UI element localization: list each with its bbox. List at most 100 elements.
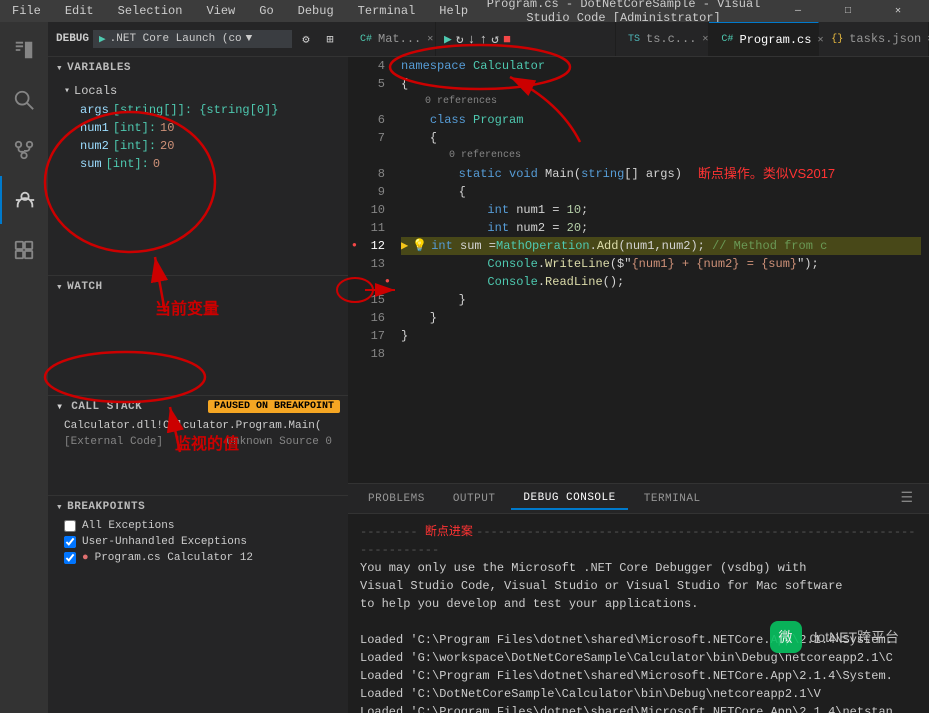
debug-config-dropdown[interactable]: ▶ .NET Core Launch (co ▼ xyxy=(93,30,292,48)
debug-step-out-btn[interactable]: ↑ xyxy=(479,32,487,47)
menu-file[interactable]: File xyxy=(8,4,45,18)
var-sum-name: sum xyxy=(80,157,102,171)
tab-program-cs[interactable]: C# Program.cs ✕ xyxy=(709,22,819,57)
breakpoints-collapse-icon: ▾ xyxy=(56,500,63,514)
tab-mat-close[interactable]: ✕ xyxy=(427,31,433,47)
variables-content: ▾ Locals args [string[]]: {string[0]} nu… xyxy=(48,79,348,175)
callstack-collapse-icon: ▾ xyxy=(56,399,63,414)
annotation-debug-progress: 断点进案 xyxy=(425,524,476,538)
panel-separator: -------- 断点进案 --------------------------… xyxy=(360,522,917,559)
panel-line-2: Visual Studio Code, Visual Studio or Vis… xyxy=(360,577,917,595)
linenum-5: 5 xyxy=(348,75,385,93)
activity-extensions[interactable] xyxy=(0,226,48,274)
debug-config-label: .NET Core Launch (co xyxy=(110,33,242,45)
debug-stop-btn[interactable]: ■ xyxy=(503,32,511,47)
debug-step-over-btn[interactable]: ↻ xyxy=(456,32,464,47)
minimize-button[interactable]: — xyxy=(775,0,821,22)
close-button[interactable]: ✕ xyxy=(875,0,921,22)
code-line-13: Console.WriteLine($"{num1} + {num2} = {s… xyxy=(401,255,921,273)
panel-tabs: PROBLEMS OUTPUT DEBUG CONSOLE TERMINAL ☰ xyxy=(348,484,929,514)
code-line-11: int num2 = 20; xyxy=(401,219,921,237)
code-editor[interactable]: 4 5 6 7 8 9 10 11 ● 12 13 15 xyxy=(348,57,929,483)
kw-int-num2: int xyxy=(487,219,509,237)
tab-tasks-json[interactable]: {} tasks.json ✕ xyxy=(819,22,929,57)
writeline-args: ($" xyxy=(610,255,632,273)
menu-view[interactable]: View xyxy=(202,4,239,18)
tab-terminal[interactable]: TERMINAL xyxy=(632,489,713,509)
code-line-17: } xyxy=(401,327,921,345)
panel-menu-icon[interactable]: ☰ xyxy=(892,490,921,507)
tab-debug-console[interactable]: DEBUG CONSOLE xyxy=(511,488,627,510)
code-line-6: class Program xyxy=(401,111,921,129)
locals-header[interactable]: ▾ Locals xyxy=(48,81,348,101)
tab-mat[interactable]: C# Mat... ✕ xyxy=(348,22,436,57)
maximize-button[interactable]: □ xyxy=(825,0,871,22)
tab-ts[interactable]: TS ts.c... ✕ xyxy=(616,22,709,57)
dot-add: . xyxy=(590,237,597,255)
indent-readline xyxy=(401,273,487,291)
callstack-item-main[interactable]: Calculator.dll!Calculator.Program.Main( xyxy=(48,418,348,434)
indent-num2 xyxy=(401,219,487,237)
tab-debug-actions: ▶ ↻ ↓ ↑ ↺ ■ xyxy=(436,22,616,57)
var-num1: num1 [int]: 10 xyxy=(48,119,348,137)
bp-user-unhandled-checkbox[interactable] xyxy=(64,536,76,548)
menu-go[interactable]: Go xyxy=(255,4,277,18)
menu-edit[interactable]: Edit xyxy=(61,4,98,18)
activity-bar xyxy=(0,22,48,713)
var-sum: sum [int]: 0 xyxy=(48,155,348,173)
editor-area: C# Mat... ✕ ▶ ↻ ↓ ↑ ↺ ■ TS ts.c... ✕ C# … xyxy=(348,22,929,713)
watch-collapse-icon: ▾ xyxy=(56,280,63,294)
panel-line-7: Loaded 'C:\Program Files\dotnet\shared\M… xyxy=(360,667,917,685)
method-readline: ReadLine xyxy=(545,273,603,291)
tab-program-icon: C# xyxy=(721,34,733,45)
tab-bar: C# Mat... ✕ ▶ ↻ ↓ ↑ ↺ ■ TS ts.c... ✕ C# … xyxy=(348,22,929,57)
menu-debug[interactable]: Debug xyxy=(294,4,338,18)
variables-header[interactable]: ▾ VARIABLES xyxy=(48,57,348,79)
var-num1-assign: num1 = xyxy=(509,201,567,219)
debug-step-into-btn[interactable]: ↓ xyxy=(468,32,476,47)
bp-all-exceptions-checkbox[interactable] xyxy=(64,520,76,532)
bottom-panel: PROBLEMS OUTPUT DEBUG CONSOLE TERMINAL ☰… xyxy=(348,483,929,713)
linenum-15: 15 xyxy=(348,291,385,309)
watch-header[interactable]: ▾ WATCH xyxy=(48,276,348,298)
activity-search[interactable] xyxy=(0,76,48,124)
dropdown-arrow: ▼ xyxy=(246,33,253,45)
str-format: {num1} + {num2} = {sum} xyxy=(631,255,797,273)
indent-class-brace: { xyxy=(401,129,437,147)
variables-collapse-icon: ▾ xyxy=(56,61,63,75)
close-main-brace: } xyxy=(401,291,466,309)
var-sum-type: [int]: xyxy=(106,157,149,171)
breakpoints-header[interactable]: ▾ BREAKPOINTS xyxy=(48,496,348,518)
tab-problems[interactable]: PROBLEMS xyxy=(356,489,437,509)
menu-terminal[interactable]: Terminal xyxy=(354,4,420,18)
menu-selection[interactable]: Selection xyxy=(114,4,187,18)
watch-label: WATCH xyxy=(67,281,103,293)
titlebar: File Edit Selection View Go Debug Termin… xyxy=(0,0,929,22)
bp-program-cs: ● Program.cs Calculator 12 xyxy=(48,550,348,566)
debug-restart-btn[interactable]: ↺ xyxy=(491,32,499,47)
external-code-label: [External Code] xyxy=(64,436,163,448)
panel-line-1: You may only use the Microsoft .NET Core… xyxy=(360,559,917,577)
indent-class xyxy=(401,111,430,129)
linenum-18: 18 xyxy=(348,345,385,363)
settings-icon[interactable]: ⚙ xyxy=(296,29,316,49)
var-num2: num2 [int]: 20 xyxy=(48,137,348,155)
activity-git[interactable] xyxy=(0,126,48,174)
activity-debug[interactable] xyxy=(0,176,48,224)
bp-dot-icon: ● xyxy=(82,552,89,564)
space1 xyxy=(502,165,509,183)
indent-main-brace: { xyxy=(401,183,466,201)
bp-program-cs-checkbox[interactable] xyxy=(64,552,76,564)
method-writeline: WriteLine xyxy=(545,255,610,273)
method-add: Add xyxy=(597,237,619,255)
var-num2-assign: num2 = xyxy=(509,219,567,237)
activity-explorer[interactable] xyxy=(0,26,48,74)
linenum-14 xyxy=(348,273,385,291)
menu-help[interactable]: Help xyxy=(435,4,472,18)
tab-ts-close[interactable]: ✕ xyxy=(702,31,708,47)
lightbulb-icon: 💡 xyxy=(412,237,427,255)
split-editor-icon[interactable]: ⊞ xyxy=(320,29,340,49)
tab-ts-icon: TS xyxy=(628,34,640,45)
tab-output[interactable]: OUTPUT xyxy=(441,489,508,509)
debug-continue-btn[interactable]: ▶ xyxy=(444,32,452,47)
